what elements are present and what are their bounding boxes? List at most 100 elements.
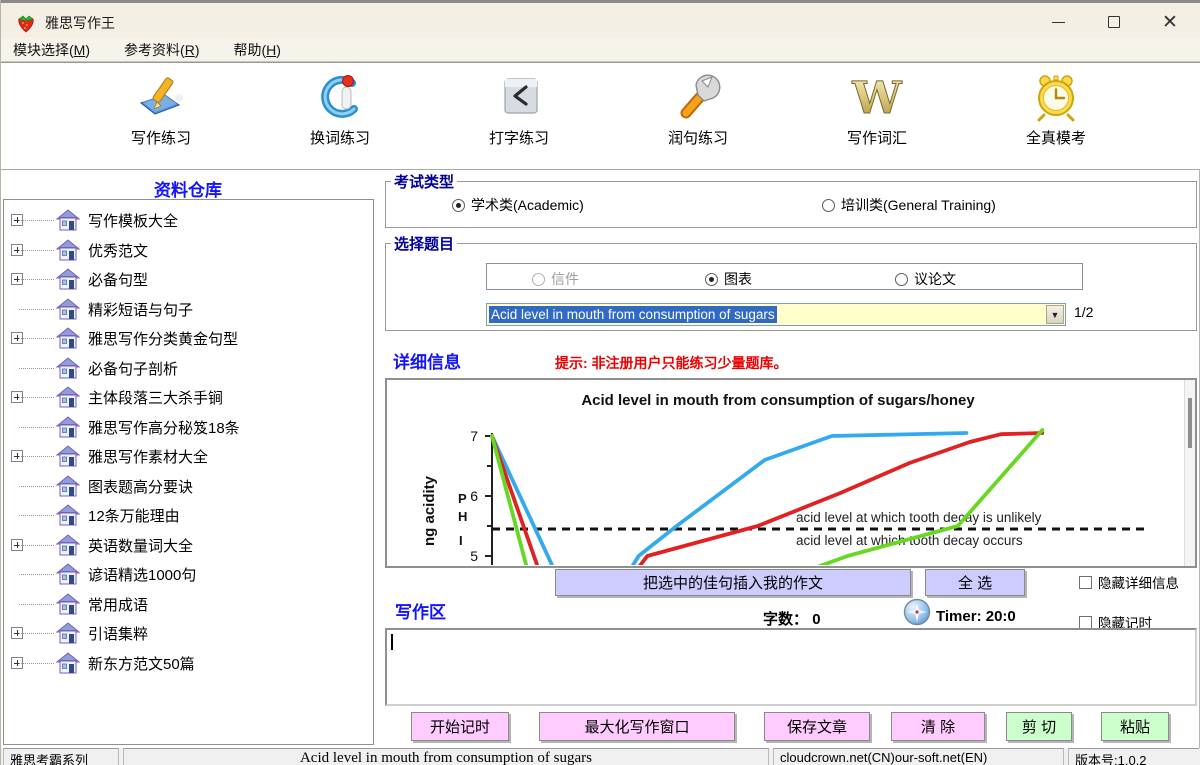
tree-item[interactable]: 引语集粹 [4, 618, 373, 648]
tree-item[interactable]: 12条万能理由 [4, 500, 373, 530]
toolbar-label: 写作词汇 [802, 127, 952, 148]
topic-groupbox: 信件 图表 议论文 Acid level in mouth from consump… [385, 243, 1197, 331]
bottom-button-3[interactable]: 清 除 [891, 712, 985, 741]
house-icon [56, 503, 80, 527]
timer-text: Timer: 20:0 [936, 608, 1016, 625]
house-icon [56, 474, 80, 498]
text-caret [391, 634, 393, 650]
bottom-button-1[interactable]: 最大化写作窗口 [539, 712, 735, 741]
toolbar-item-mock-exam[interactable]: 全真模考 [981, 69, 1131, 169]
tree-connector [19, 545, 54, 546]
bottom-button-0[interactable]: 开始记时 [411, 712, 509, 741]
house-icon [56, 297, 80, 321]
topic-page-indicator: 1/2 [1074, 304, 1093, 320]
tree-connector [19, 338, 54, 339]
exam-type-option-0[interactable]: 学术类(Academic) [452, 195, 584, 215]
tree-item-label: 图表题高分要诀 [88, 476, 193, 497]
title-bar: 雅思写作王 ✕ [1, 0, 1200, 38]
house-icon [56, 326, 80, 350]
tree-item-label: 谚语精选1000句 [88, 564, 196, 585]
bottom-button-5[interactable]: 粘贴 [1101, 712, 1169, 741]
radio-icon [452, 199, 465, 212]
tree-connector [19, 486, 54, 487]
topic-category-1[interactable]: 图表 [705, 269, 752, 289]
tree-item-label: 写作模板大全 [88, 210, 178, 231]
tree-connector [19, 250, 54, 251]
menu-item-r[interactable]: 参考资料(R) [120, 38, 203, 62]
toolbar-label: 全真模考 [981, 127, 1131, 148]
tree-item[interactable]: 谚语精选1000句 [4, 559, 373, 589]
menu-item-h[interactable]: 帮助(H) [229, 38, 284, 62]
sidebar-title: 资料仓库 [1, 176, 375, 201]
toolbar-item-word-swap[interactable]: 换词练习 [265, 69, 415, 169]
close-button[interactable]: ✕ [1147, 7, 1193, 37]
tree-item-label: 12条万能理由 [88, 505, 180, 526]
main-content: 考试类型 学术类(Academic)培训类(General Training) … [385, 170, 1200, 748]
annotation-unlikely: acid level at which tooth decay is unlik… [796, 510, 1042, 525]
checkbox-icon [1079, 616, 1092, 629]
scrollbar-thumb[interactable] [1188, 398, 1192, 448]
tree-item[interactable]: 精彩短语与句子 [4, 294, 373, 324]
tree-connector [19, 279, 54, 280]
detail-scrollbar[interactable] [1184, 380, 1195, 566]
tree-connector [19, 220, 54, 221]
tree-item[interactable]: 主体段落三大杀手锏 [4, 382, 373, 412]
dropdown-arrow-button[interactable]: ▼ [1046, 305, 1064, 324]
tree-item[interactable]: 必备句型 [4, 264, 373, 294]
wrench-icon [672, 71, 724, 123]
house-icon [56, 592, 80, 616]
tree-item-label: 优秀范文 [88, 240, 148, 261]
tree-item[interactable]: 雅思写作高分秘笈18条 [4, 412, 373, 442]
detail-info-label: 详细信息 [393, 348, 461, 373]
insert-sentence-button[interactable]: 把选中的佳句插入我的作文 [555, 569, 911, 596]
tree-item-label: 必备句型 [88, 269, 148, 290]
checkbox-label: 隐藏详细信息 [1098, 572, 1179, 592]
bottom-button-2[interactable]: 保存文章 [764, 712, 870, 741]
tree-connector [19, 368, 54, 369]
hide-detail-checkbox[interactable]: 隐藏详细信息 [1079, 572, 1179, 592]
menu-item-m[interactable]: 模块选择(M) [9, 38, 94, 62]
maximize-icon [1108, 16, 1120, 28]
topic-category-box: 信件 图表 议论文 [486, 263, 1083, 290]
bottom-button-4[interactable]: 剪 切 [1006, 712, 1072, 741]
topic-category-2[interactable]: 议论文 [895, 269, 956, 289]
toolbar-item-writing-vocab[interactable]: W 写作词汇 [802, 69, 952, 169]
checkbox-icon [1079, 576, 1092, 589]
tree-item[interactable]: 新东方范文50篇 [4, 648, 373, 678]
tree-item-label: 英语数量词大全 [88, 535, 193, 556]
acid-level-chart: Acid level in mouth from consumption of … [388, 381, 1184, 565]
ytick-6: 6 [470, 488, 478, 504]
tree-item[interactable]: 英语数量词大全 [4, 530, 373, 560]
tree-item[interactable]: 图表题高分要诀 [4, 471, 373, 501]
tree-connector [19, 515, 54, 516]
chevron-down-icon: ▼ [1051, 310, 1060, 320]
maximize-button[interactable] [1091, 7, 1137, 37]
tree-item[interactable]: 必备句子剖析 [4, 353, 373, 383]
toolbar-item-sentence-polish[interactable]: 润句练习 [623, 69, 773, 169]
radio-label: 议论文 [914, 269, 956, 289]
minimize-button[interactable] [1035, 7, 1081, 37]
ylabel-i: I [459, 533, 463, 548]
house-icon [56, 356, 80, 380]
house-icon [56, 208, 80, 232]
tree-item[interactable]: 常用成语 [4, 589, 373, 619]
tree-item[interactable]: 雅思写作素材大全 [4, 441, 373, 471]
topic-dropdown[interactable]: Acid level in mouth from consumption of … [486, 303, 1066, 326]
resource-tree: 写作模板大全优秀范文必备句型精彩短语与句子雅思写作分类黄金句型必备句子剖析主体段… [3, 199, 374, 745]
exam-type-option-1[interactable]: 培训类(General Training) [822, 195, 996, 215]
toolbar-item-typing-practice[interactable]: 打字练习 [444, 69, 594, 169]
tree-item[interactable]: 优秀范文 [4, 235, 373, 265]
tree-item[interactable]: 雅思写作分类黄金句型 [4, 323, 373, 353]
topic-dropdown-value: Acid level in mouth from consumption of … [489, 306, 777, 323]
tree-item[interactable]: 写作模板大全 [4, 205, 373, 235]
tree-connector [19, 309, 54, 310]
toolbar-item-writing-practice[interactable]: 写作练习 [86, 69, 236, 169]
toolbar-label: 写作练习 [86, 127, 236, 148]
radio-label: 图表 [724, 269, 752, 289]
select-all-button[interactable]: 全 选 [925, 569, 1025, 596]
essay-textarea[interactable] [385, 628, 1197, 706]
detail-chart-panel: Acid level in mouth from consumption of … [385, 378, 1197, 568]
topic-category-0[interactable]: 信件 [532, 269, 579, 289]
status-bar: 雅思考霸系列 Acid level in mouth from consumpt… [1, 748, 1200, 765]
word-count: 字数： 0 [763, 608, 821, 629]
